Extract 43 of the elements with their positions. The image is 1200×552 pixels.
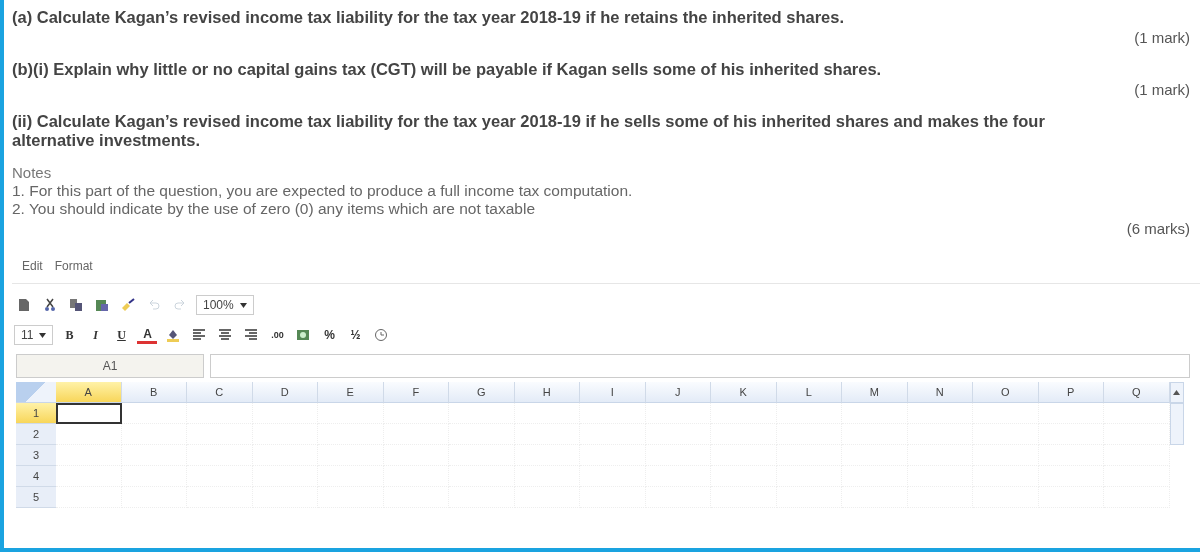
underline-button[interactable]: U xyxy=(111,325,132,345)
column-header[interactable]: K xyxy=(711,382,777,403)
question-text: (ii) Calculate Kagan’s revised income tax liability for the tax year 2018-19 if he sells some of his inherited shares and makes the four alternative investments. xyxy=(12,112,1046,150)
marks-label: (6 marks) xyxy=(1126,220,1190,237)
question-text: (a) Calculate Kagan’s revised income tax liability for the tax year 2018-19 if he retains the inherited shares. xyxy=(12,8,846,27)
row-header[interactable]: 2 xyxy=(16,424,56,445)
column-header[interactable]: I xyxy=(580,382,646,403)
name-box[interactable]: A1 xyxy=(16,354,204,378)
note-text: 1. For this part of the question, you are expected to produce a full income tax computation. xyxy=(12,182,634,200)
notes-heading: Notes xyxy=(12,164,53,182)
column-header[interactable]: L xyxy=(776,382,842,403)
menu-item[interactable]: Format xyxy=(54,259,93,273)
note-text: 2. You should indicate by the use of zero (0) any items which are not taxable xyxy=(12,200,536,218)
dropdown[interactable]: 11 xyxy=(14,325,54,345)
menu-item[interactable]: Edit xyxy=(22,259,43,273)
column-header[interactable]: M xyxy=(842,382,908,403)
row-header[interactable]: 4 xyxy=(16,466,56,487)
column-header[interactable]: B xyxy=(121,382,187,403)
column-header[interactable]: P xyxy=(1038,382,1104,403)
marks-label: (1 mark) xyxy=(1134,29,1190,46)
row-header[interactable]: 5 xyxy=(16,487,56,508)
column-header[interactable]: D xyxy=(252,382,318,403)
row-header[interactable]: 3 xyxy=(16,445,56,466)
column-header[interactable]: E xyxy=(318,382,384,403)
column-header[interactable]: N xyxy=(907,382,973,403)
question-text: (b)(i) Explain why little or no capital gains tax (CGT) will be payable if Kagan sells some of his inherited shares. xyxy=(12,60,883,79)
column-header[interactable]: F xyxy=(383,382,449,403)
column-header[interactable]: A xyxy=(56,382,122,403)
row-header[interactable]: 1 xyxy=(16,403,56,424)
format-button[interactable]: .00 xyxy=(267,325,288,345)
dropdown[interactable]: 100% xyxy=(196,295,254,315)
column-header[interactable]: C xyxy=(187,382,253,403)
italic-button[interactable]: I xyxy=(85,325,106,345)
column-header[interactable]: H xyxy=(514,382,580,403)
column-header[interactable]: G xyxy=(449,382,515,403)
column-header[interactable]: O xyxy=(973,382,1039,403)
format-button[interactable]: % xyxy=(319,325,340,345)
column-header[interactable]: Q xyxy=(1104,382,1170,403)
marks-label: (1 mark) xyxy=(1134,81,1190,98)
font-color-button[interactable]: A xyxy=(137,326,158,344)
column-header[interactable]: J xyxy=(645,382,711,403)
bold-button[interactable]: B xyxy=(59,325,80,345)
format-button[interactable]: ½ xyxy=(345,325,366,345)
